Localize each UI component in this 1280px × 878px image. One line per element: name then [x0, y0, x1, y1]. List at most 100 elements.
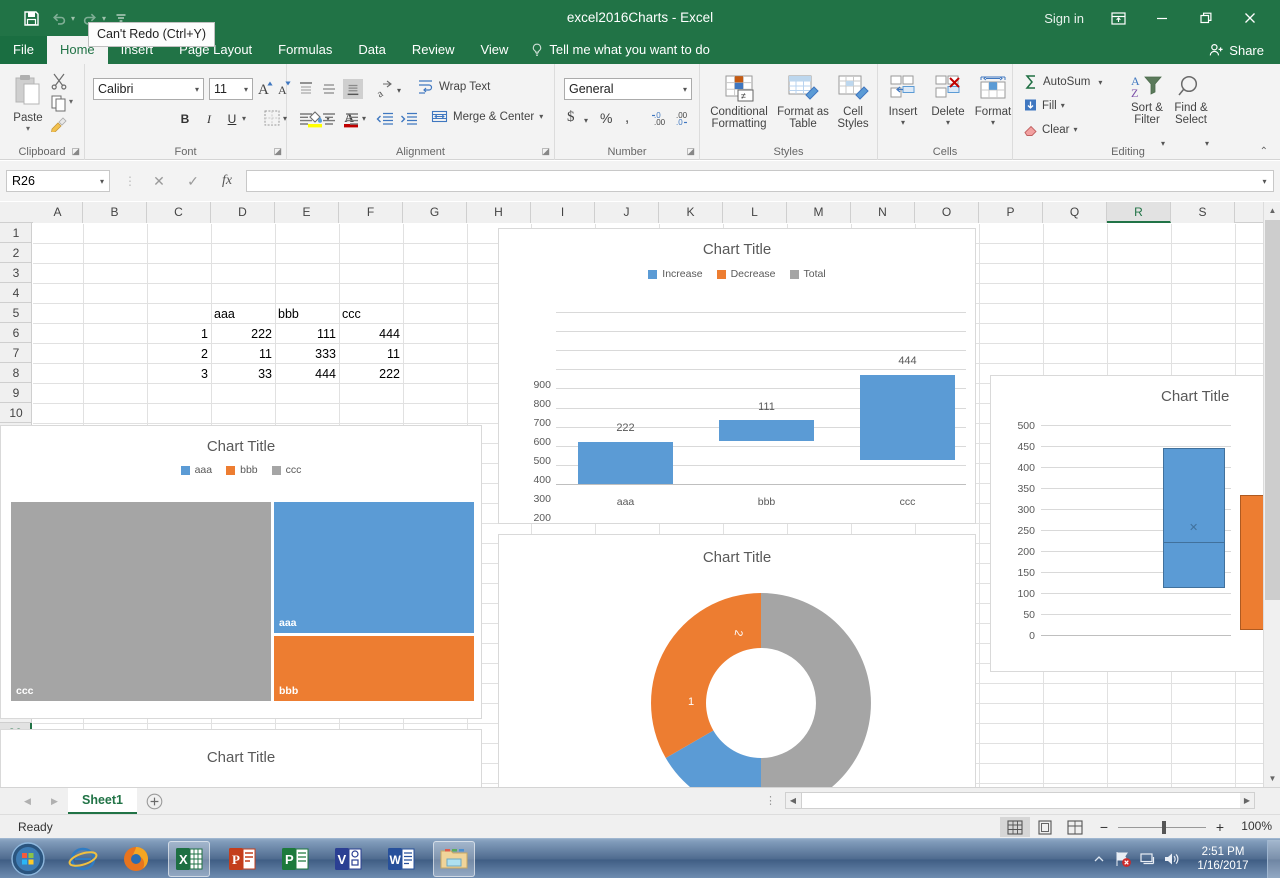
- fill-button[interactable]: Fill ▾: [1023, 98, 1065, 113]
- delete-cells-dropdown-icon[interactable]: ▾: [926, 118, 970, 127]
- undo-icon[interactable]: [46, 6, 72, 30]
- tab-view[interactable]: View: [467, 36, 521, 64]
- treemap-cell-aaa[interactable]: aaa: [273, 501, 475, 634]
- enter-formula-icon[interactable]: ✓: [176, 169, 210, 193]
- expand-formula-bar-icon[interactable]: ▾: [1256, 170, 1274, 192]
- cell-E5[interactable]: bbb: [275, 304, 339, 324]
- bar-ccc[interactable]: [860, 375, 955, 460]
- cell-E8[interactable]: 444: [275, 364, 339, 384]
- cell-D7[interactable]: 11: [211, 344, 275, 364]
- number-format-select[interactable]: General ▾: [564, 78, 692, 100]
- font-dialog-launcher[interactable]: ◪: [273, 146, 282, 157]
- bold-button[interactable]: B: [173, 108, 197, 130]
- bar-aaa[interactable]: [578, 442, 673, 484]
- cell-C6[interactable]: 1: [147, 324, 211, 344]
- volume-icon[interactable]: [1159, 839, 1183, 878]
- increase-font-size-button[interactable]: A: [257, 78, 275, 103]
- close-icon[interactable]: [1228, 0, 1272, 36]
- alignment-dialog-launcher[interactable]: ◪: [541, 146, 550, 157]
- zoom-track[interactable]: [1118, 827, 1206, 828]
- zoom-slider[interactable]: − +: [1096, 818, 1228, 836]
- align-right-button[interactable]: [343, 110, 361, 133]
- undo-dropdown-icon[interactable]: ▾: [71, 14, 75, 23]
- column-header-D[interactable]: D: [211, 202, 275, 223]
- row-header-9[interactable]: 9: [0, 383, 32, 403]
- taskbar-clock[interactable]: 2:51 PM 1/16/2017: [1183, 845, 1263, 873]
- internet-explorer-icon[interactable]: [62, 841, 104, 877]
- tab-review[interactable]: Review: [399, 36, 468, 64]
- show-hidden-icons-icon[interactable]: [1087, 839, 1111, 878]
- column-header-I[interactable]: I: [531, 202, 595, 223]
- align-left-button[interactable]: [297, 110, 315, 133]
- scroll-up-icon[interactable]: ▲: [1264, 202, 1280, 219]
- column-header-G[interactable]: G: [403, 202, 467, 223]
- format-cells-button[interactable]: Format ▾: [972, 72, 1014, 127]
- cancel-formula-icon[interactable]: ✕: [142, 169, 176, 193]
- copy-dropdown-icon[interactable]: ▾: [69, 97, 73, 106]
- legend-item-bbb[interactable]: bbb: [226, 464, 258, 476]
- column-header-O[interactable]: O: [915, 202, 979, 223]
- minimize-icon[interactable]: [1140, 0, 1184, 36]
- number-format-dropdown-icon[interactable]: ▾: [683, 85, 687, 94]
- font-name-dropdown-icon[interactable]: ▾: [195, 85, 199, 94]
- horizontal-scroll-thumb[interactable]: [801, 793, 1241, 808]
- row-header-10[interactable]: 10: [0, 403, 32, 423]
- fill-dropdown-icon[interactable]: ▾: [1061, 101, 1065, 110]
- increase-decimal-button[interactable]: .00.0: [673, 110, 693, 133]
- add-sheet-button[interactable]: [137, 788, 171, 814]
- zoom-out-button[interactable]: −: [1096, 819, 1112, 835]
- row-header-5[interactable]: 5: [0, 303, 32, 323]
- tab-data[interactable]: Data: [345, 36, 398, 64]
- column-header-J[interactable]: J: [595, 202, 659, 223]
- clipboard-dialog-launcher[interactable]: ◪: [71, 146, 80, 157]
- font-size-input[interactable]: 11 ▾: [209, 78, 253, 100]
- comma-format-button[interactable]: ,: [625, 109, 629, 126]
- word-icon[interactable]: W: [380, 841, 422, 877]
- accounting-dropdown-icon[interactable]: ▾: [584, 116, 588, 125]
- treemap-cell-bbb[interactable]: bbb: [273, 635, 475, 702]
- cell-E6[interactable]: 111: [275, 324, 339, 344]
- legend-item-decrease[interactable]: Decrease: [717, 268, 776, 280]
- tab-split-handle[interactable]: ⋮: [765, 794, 776, 807]
- column-header-H[interactable]: H: [467, 202, 531, 223]
- sign-in-button[interactable]: Sign in: [1032, 11, 1096, 26]
- row-header-7[interactable]: 7: [0, 343, 32, 363]
- cell-D6[interactable]: 222: [211, 324, 275, 344]
- accounting-format-button[interactable]: $: [567, 109, 575, 126]
- borders-button[interactable]: [263, 109, 281, 132]
- format-cells-dropdown-icon[interactable]: ▾: [972, 118, 1014, 127]
- share-button[interactable]: Share: [1203, 36, 1270, 64]
- chart-bottom-partial[interactable]: Chart Title: [0, 729, 482, 787]
- font-size-dropdown-icon[interactable]: ▾: [244, 85, 248, 94]
- row-header-4[interactable]: 4: [0, 283, 32, 303]
- row-header-6[interactable]: 6: [0, 323, 32, 343]
- format-as-table-button[interactable]: Format as Table: [776, 72, 830, 130]
- scroll-left-icon[interactable]: ◀: [786, 793, 800, 808]
- cell-E7[interactable]: 333: [275, 344, 339, 364]
- cell-F7[interactable]: 11: [339, 344, 403, 364]
- collapse-ribbon-icon[interactable]: ⌃: [1260, 146, 1268, 157]
- column-header-S[interactable]: S: [1171, 202, 1235, 223]
- column-header-P[interactable]: P: [979, 202, 1043, 223]
- visio-icon[interactable]: V: [327, 841, 369, 877]
- merge-center-dropdown-icon[interactable]: ▾: [539, 112, 543, 121]
- name-box[interactable]: R26 ▾: [6, 170, 110, 192]
- legend-item-aaa[interactable]: aaa: [181, 464, 213, 476]
- cell-C7[interactable]: 2: [147, 344, 211, 364]
- tab-file[interactable]: File: [0, 36, 47, 64]
- legend-item-ccc[interactable]: ccc: [272, 464, 302, 476]
- italic-button[interactable]: I: [197, 108, 221, 130]
- column-header-A[interactable]: A: [33, 202, 83, 223]
- restore-icon[interactable]: [1184, 0, 1228, 36]
- row-header-3[interactable]: 3: [0, 263, 32, 283]
- autosum-dropdown-icon[interactable]: ▾: [1098, 78, 1102, 87]
- column-header-L[interactable]: L: [723, 202, 787, 223]
- chart-treemap[interactable]: Chart Title aaa bbb ccc ccc aaa bbb: [0, 425, 482, 719]
- orientation-button[interactable]: a: [375, 80, 395, 103]
- column-header-K[interactable]: K: [659, 202, 723, 223]
- column-header-N[interactable]: N: [851, 202, 915, 223]
- legend-item-increase[interactable]: Increase: [648, 268, 702, 280]
- treemap-cell-ccc[interactable]: ccc: [10, 501, 272, 702]
- insert-cells-button[interactable]: Insert ▾: [882, 72, 924, 127]
- number-dialog-launcher[interactable]: ◪: [686, 146, 695, 157]
